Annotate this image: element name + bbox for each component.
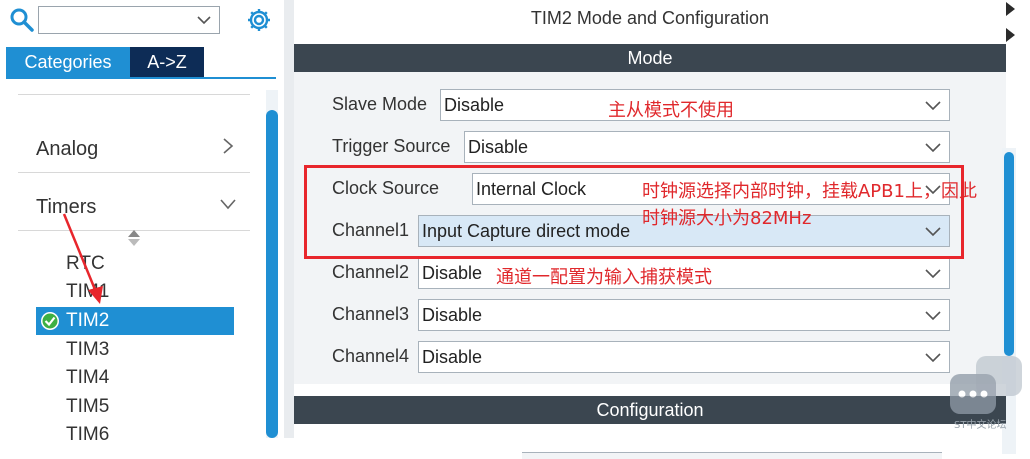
annotation-clock-line2: 时钟源大小为82MHz <box>642 208 812 229</box>
watermark-text: ST中文论坛 <box>954 420 1007 431</box>
chevron-right-icon <box>223 138 234 154</box>
annotation-slave-mode: 主从模式不使用 <box>608 100 734 121</box>
tree-item-label: TIM5 <box>66 396 110 417</box>
channel3-label: Channel3 <box>332 304 410 324</box>
mode-section-header[interactable]: Mode <box>294 44 1006 72</box>
chevron-down-icon <box>925 311 941 321</box>
tab-categories[interactable]: Categories <box>6 47 130 77</box>
sort-icon[interactable] <box>126 228 142 248</box>
tree-item-rtc[interactable]: RTC <box>36 250 234 278</box>
left-scrollbar-thumb[interactable] <box>266 110 278 438</box>
panel-title: TIM2 Mode and Configuration <box>530 8 770 28</box>
chevron-down-icon <box>220 199 236 210</box>
slave-mode-label: Slave Mode <box>332 94 428 114</box>
category-tree: Analog Timers RTC TIM1 TIM2 TIM3 TIM4 TI… <box>18 86 250 445</box>
chevron-down-icon[interactable] <box>197 13 211 27</box>
tab-a-z[interactable]: A->Z <box>130 47 204 77</box>
partial-row <box>522 452 942 459</box>
category-timers-label: Timers <box>36 196 97 218</box>
tree-item-label: TIM3 <box>66 339 110 360</box>
left-panel: Categories A->Z Analog Timers RTC TIM1 T… <box>0 0 284 445</box>
channel2-label: Channel2 <box>332 262 410 282</box>
trigger-source-label: Trigger Source <box>332 136 451 156</box>
mode-section-spacer <box>294 384 1006 396</box>
channel4-label: Channel4 <box>332 346 410 366</box>
chevron-down-icon <box>925 269 941 279</box>
channel4-select[interactable]: Disable <box>418 341 950 373</box>
tree-item-label: TIM6 <box>66 424 110 445</box>
channel2-value: Disable <box>422 263 483 283</box>
trigger-source-value: Disable <box>468 137 529 157</box>
tree-item-tim4[interactable]: TIM4 <box>36 364 234 392</box>
gear-icon[interactable] <box>246 7 272 33</box>
tree-item-label: TIM4 <box>66 367 110 388</box>
channel3-select[interactable]: Disable <box>418 299 950 331</box>
tree-item-label: TIM1 <box>66 281 110 302</box>
tree-item-tim6[interactable]: TIM6 <box>36 421 234 449</box>
tree-item-tim2[interactable]: TIM2 <box>36 307 234 335</box>
tree-item-tim5[interactable]: TIM5 <box>36 393 234 421</box>
tree-item-tim3[interactable]: TIM3 <box>36 336 234 364</box>
mode-scrollbar-thumb[interactable] <box>1004 152 1014 356</box>
search-input[interactable] <box>38 6 220 34</box>
chevron-down-icon <box>925 353 941 363</box>
panel-splitter[interactable] <box>284 0 294 438</box>
category-analog-label: Analog <box>36 138 99 160</box>
tree-divider <box>18 86 250 95</box>
category-analog[interactable]: Analog <box>18 116 250 173</box>
trigger-source-select[interactable]: Disable <box>464 131 950 163</box>
annotation-clock-line1: 时钟源选择内部时钟，挂载APB1上，因此 <box>642 181 977 202</box>
tree-item-label: TIM2 <box>66 310 110 331</box>
category-timers[interactable]: Timers <box>18 174 250 231</box>
annotation-channel1: 通道一配置为输入捕获模式 <box>496 267 712 288</box>
chevron-down-icon <box>925 143 941 153</box>
tree-item-tim1[interactable]: TIM1 <box>36 278 234 306</box>
configuration-section-header[interactable]: Configuration <box>294 396 1006 424</box>
channel3-value: Disable <box>422 305 483 325</box>
slave-mode-value: Disable <box>444 95 505 115</box>
category-tabs: Categories A->Z <box>6 47 276 79</box>
channel4-value: Disable <box>422 347 483 367</box>
search-icon[interactable] <box>9 7 35 33</box>
collapse-arrows-icon[interactable] <box>1004 0 1018 46</box>
tree-item-label: RTC <box>66 253 105 274</box>
check-circle-icon <box>41 312 59 330</box>
chevron-down-icon <box>925 101 941 111</box>
